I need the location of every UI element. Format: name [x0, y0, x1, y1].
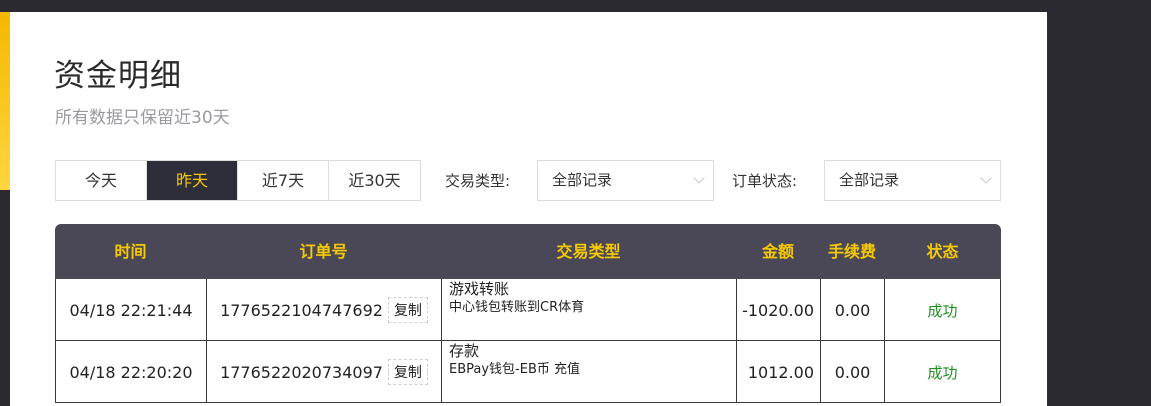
cell-time: 04/18 22:21:44 [55, 279, 206, 341]
copy-button[interactable]: 复制 [387, 297, 428, 323]
trade-type-select[interactable]: 全部记录 [537, 160, 714, 201]
order-status-value: 全部记录 [839, 171, 900, 189]
header-status: 状态 [926, 242, 959, 261]
cell-amount: -1020.00 [736, 279, 820, 341]
cell-order-no: 1776522104747692 复制 [206, 279, 441, 341]
table-row: 04/18 22:21:44 1776522104747692 复制 游戏转账 … [55, 279, 1001, 341]
transactions-table: 时间 订单号 交易类型 金额 手续费 状态 04/18 22:21:44 177… [55, 224, 1001, 403]
tab-yesterday[interactable]: 昨天 [147, 161, 238, 200]
tab-today[interactable]: 今天 [56, 161, 147, 200]
cell-status: 成功 [884, 279, 1001, 341]
cell-time: 04/18 22:20:20 [55, 341, 206, 403]
trade-type-detail: 中心钱包转账到CR体育 [449, 300, 585, 315]
trade-type-label: 交易类型: [445, 172, 511, 190]
table-header: 时间 订单号 交易类型 金额 手续费 状态 [55, 224, 1001, 279]
trade-type-value: 全部记录 [552, 171, 613, 189]
cell-amount: 1012.00 [736, 341, 820, 403]
trade-type-main: 游戏转账 [449, 280, 510, 298]
status-badge: 成功 [927, 363, 958, 382]
header-fee: 手续费 [827, 242, 876, 261]
cell-trade-type: 存款 EBPay钱包-EB币 充值 [441, 341, 736, 403]
status-badge: 成功 [927, 301, 958, 320]
date-range-tabs: 今天 昨天 近7天 近30天 [55, 160, 421, 201]
order-number: 1776522020734097 [220, 362, 383, 382]
trade-type-main: 存款 [449, 342, 480, 360]
order-number: 1776522104747692 [220, 300, 383, 320]
cell-trade-type: 游戏转账 中心钱包转账到CR体育 [441, 279, 736, 341]
page-title: 资金明细 [54, 58, 182, 94]
table-row: 04/18 22:20:20 1776522020734097 复制 存款 EB… [55, 341, 1001, 403]
cell-fee: 0.00 [820, 279, 884, 341]
page-subtitle: 所有数据只保留近30天 [55, 108, 230, 128]
chevron-down-icon [980, 172, 992, 184]
cell-order-no: 1776522020734097 复制 [206, 341, 441, 403]
header-amount: 金额 [761, 242, 794, 261]
order-status-label: 订单状态: [732, 172, 798, 190]
tab-last-7-days[interactable]: 近7天 [238, 161, 329, 200]
chevron-down-icon [693, 172, 705, 184]
fund-details-panel: 资金明细 所有数据只保留近30天 今天 昨天 近7天 近30天 交易类型: 全部… [10, 12, 1047, 406]
copy-button[interactable]: 复制 [387, 359, 428, 385]
tab-last-30-days[interactable]: 近30天 [329, 161, 420, 200]
accent-strip [0, 12, 10, 190]
trade-type-detail: EBPay钱包-EB币 充值 [449, 362, 581, 377]
header-order-no: 订单号 [299, 242, 348, 261]
header-time: 时间 [114, 242, 147, 261]
cell-fee: 0.00 [820, 341, 884, 403]
order-status-select[interactable]: 全部记录 [824, 160, 1001, 201]
header-trade-type: 交易类型 [556, 242, 621, 261]
cell-status: 成功 [884, 341, 1001, 403]
